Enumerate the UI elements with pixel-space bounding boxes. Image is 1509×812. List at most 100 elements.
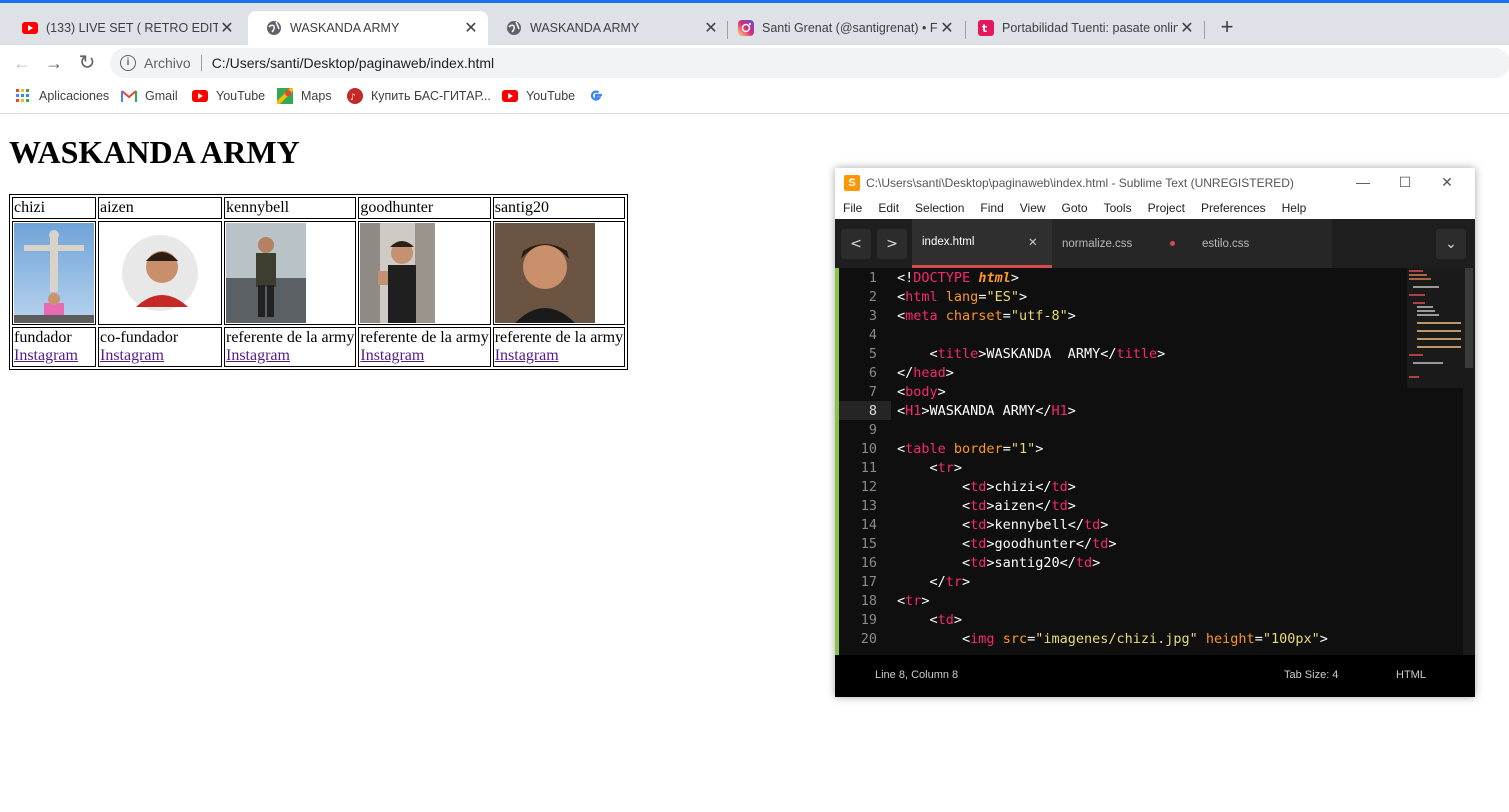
- bookmark-aplicaciones[interactable]: Aplicaciones: [15, 88, 109, 104]
- menu-edit[interactable]: Edit: [870, 198, 907, 219]
- instagram-link[interactable]: Instagram: [360, 347, 424, 364]
- tab-scroll-right-icon[interactable]: >: [877, 229, 907, 259]
- minimize-icon[interactable]: —: [1353, 174, 1373, 190]
- youtube-icon: [192, 88, 208, 104]
- sublime-tab-normalize-css[interactable]: normalize.css: [1052, 219, 1192, 268]
- menu-file[interactable]: File: [835, 198, 870, 219]
- code-line: <td>aizen</td>: [897, 498, 1076, 514]
- member-role: referente de la army: [494, 329, 624, 346]
- menu-view[interactable]: View: [1012, 198, 1054, 219]
- tab-size-indicator[interactable]: Tab Size: 4: [1284, 669, 1338, 681]
- tab-label: normalize.css: [1062, 237, 1133, 250]
- address-bar[interactable]: i Archivo C:/Users/santi/Desktop/paginaw…: [110, 48, 1509, 78]
- member-role: co-fundador: [100, 329, 179, 346]
- menu-project[interactable]: Project: [1140, 198, 1193, 219]
- svg-text:t: t: [982, 22, 987, 35]
- member-info-cell: co-fundador Instagram: [98, 327, 222, 367]
- bookmark-label: YouTube: [526, 89, 576, 103]
- member-info-cell: referente de la army Instagram: [358, 327, 491, 367]
- member-name: goodhunter: [358, 197, 491, 219]
- new-tab-button[interactable]: +: [1214, 15, 1240, 41]
- bookmark-google[interactable]: [588, 88, 612, 104]
- code-line: </head>: [897, 365, 954, 381]
- cursor-position: Line 8, Column 8: [875, 669, 959, 681]
- member-role: referente de la army: [226, 329, 355, 346]
- url-text[interactable]: C:/Users/santi/Desktop/paginaweb/index.h…: [212, 55, 494, 71]
- tuenti-icon: t: [978, 20, 994, 36]
- member-photo-goodhunter: [360, 223, 436, 323]
- instagram-link[interactable]: Instagram: [495, 347, 559, 364]
- bookmarks-bar: Aplicaciones Gmail YouTube Maps ♪ Купить…: [0, 81, 1509, 114]
- bookmark-label: Купить БАС-ГИТАР...: [371, 89, 491, 103]
- instagram-icon: [738, 20, 754, 36]
- maximize-icon[interactable]: ☐: [1395, 174, 1415, 191]
- bookmark-bass-shop[interactable]: ♪ Купить БАС-ГИТАР...: [347, 88, 491, 104]
- tab-waskanda-army[interactable]: WASKANDA ARMY ✕: [488, 11, 728, 45]
- tab-title: (133) LIVE SET ( RETRO EDITION (: [46, 21, 218, 35]
- instagram-link[interactable]: Instagram: [14, 347, 78, 364]
- page-title: WASKANDA ARMY: [9, 134, 300, 170]
- tab-instagram[interactable]: Santi Grenat (@santigrenat) • Fot ✕: [720, 11, 964, 45]
- menu-help[interactable]: Help: [1274, 198, 1315, 219]
- tab-divider: [1204, 21, 1205, 39]
- menu-selection[interactable]: Selection: [907, 198, 972, 219]
- close-window-icon[interactable]: ✕: [1437, 174, 1457, 191]
- back-arrow-icon[interactable]: ←: [10, 51, 34, 75]
- menu-tools[interactable]: Tools: [1096, 198, 1140, 219]
- tab-dropdown-icon[interactable]: ⌄: [1436, 229, 1466, 259]
- photo-cell: [12, 221, 96, 325]
- forward-arrow-icon[interactable]: →: [42, 51, 66, 75]
- info-icon[interactable]: i: [120, 55, 136, 71]
- vertical-scrollbar[interactable]: [1463, 268, 1475, 655]
- line-number: 4: [868, 327, 877, 343]
- table-row-roles: fundador Instagram co-fundador Instagram r…: [12, 327, 626, 367]
- tab-title: Portabilidad Tuenti: pasate onlin: [1002, 21, 1178, 35]
- table-row-names: chizi aizen kennybell goodhunter santig2…: [12, 197, 626, 219]
- tab-label: index.html: [922, 236, 975, 248]
- bookmark-maps[interactable]: Maps: [277, 88, 332, 104]
- line-number: 9: [868, 422, 877, 438]
- member-name: santig20: [492, 197, 626, 219]
- instagram-link[interactable]: Instagram: [226, 347, 290, 364]
- browser-toolbar: ← → ↻ i Archivo C:/Users/santi/Desktop/p…: [0, 45, 1509, 81]
- maps-icon: [277, 88, 293, 104]
- sublime-window-title: C:\Users\santi\Desktop\paginaweb\index.h…: [866, 176, 1294, 190]
- scrollbar-thumb[interactable]: [1465, 268, 1473, 368]
- code-line: <td>goodhunter</td>: [897, 536, 1117, 552]
- tab-waskanda-army-active[interactable]: WASKANDA ARMY ✕: [248, 11, 488, 45]
- member-role: fundador: [14, 329, 72, 346]
- line-number: 6: [868, 365, 877, 381]
- code-line: <title>WASKANDA ARMY</title>: [897, 346, 1166, 362]
- code-line: <td>kennybell</td>: [897, 517, 1109, 533]
- code-line: <tr>: [897, 460, 963, 476]
- close-tab-icon[interactable]: ✕: [1028, 235, 1038, 249]
- menu-find[interactable]: Find: [972, 198, 1011, 219]
- tab-scroll-left-icon[interactable]: <: [841, 229, 871, 259]
- line-number: 13: [860, 498, 877, 514]
- bookmark-gmail[interactable]: Gmail: [121, 88, 178, 104]
- close-tab-icon[interactable]: ✕: [702, 18, 720, 38]
- reload-icon[interactable]: ↻: [75, 51, 99, 75]
- sublime-tab-estilo-css[interactable]: estilo.css: [1192, 219, 1332, 268]
- close-tab-icon[interactable]: ✕: [462, 18, 480, 38]
- sublime-title-bar[interactable]: S C:\Users\santi\Desktop\paginaweb\index…: [835, 168, 1475, 198]
- close-tab-icon[interactable]: ✕: [1178, 18, 1196, 38]
- bookmark-youtube-2[interactable]: YouTube: [502, 88, 575, 104]
- bass-shop-icon: ♪: [347, 88, 363, 104]
- address-divider: [200, 55, 202, 71]
- table-row-photos: [12, 221, 626, 325]
- tab-tuenti[interactable]: t Portabilidad Tuenti: pasate onlin ✕: [960, 11, 1204, 45]
- bookmark-youtube[interactable]: YouTube: [192, 88, 265, 104]
- sublime-menu-bar: File Edit Selection Find View Goto Tools…: [835, 198, 1475, 219]
- code-editor[interactable]: 1 <!DOCTYPE html> 2 <html lang="ES"> 3 <…: [835, 268, 1475, 655]
- globe-icon: [266, 20, 282, 36]
- menu-goto[interactable]: Goto: [1054, 198, 1096, 219]
- code-minimap[interactable]: [1407, 268, 1463, 388]
- syntax-indicator[interactable]: HTML: [1396, 669, 1426, 681]
- menu-preferences[interactable]: Preferences: [1193, 198, 1274, 219]
- close-tab-icon[interactable]: ✕: [938, 18, 956, 38]
- instagram-link[interactable]: Instagram: [100, 347, 164, 364]
- sublime-tab-index-html[interactable]: index.html ✕: [912, 219, 1052, 268]
- tab-youtube-live-set[interactable]: (133) LIVE SET ( RETRO EDITION ( ✕: [4, 11, 244, 45]
- close-tab-icon[interactable]: ✕: [218, 18, 236, 38]
